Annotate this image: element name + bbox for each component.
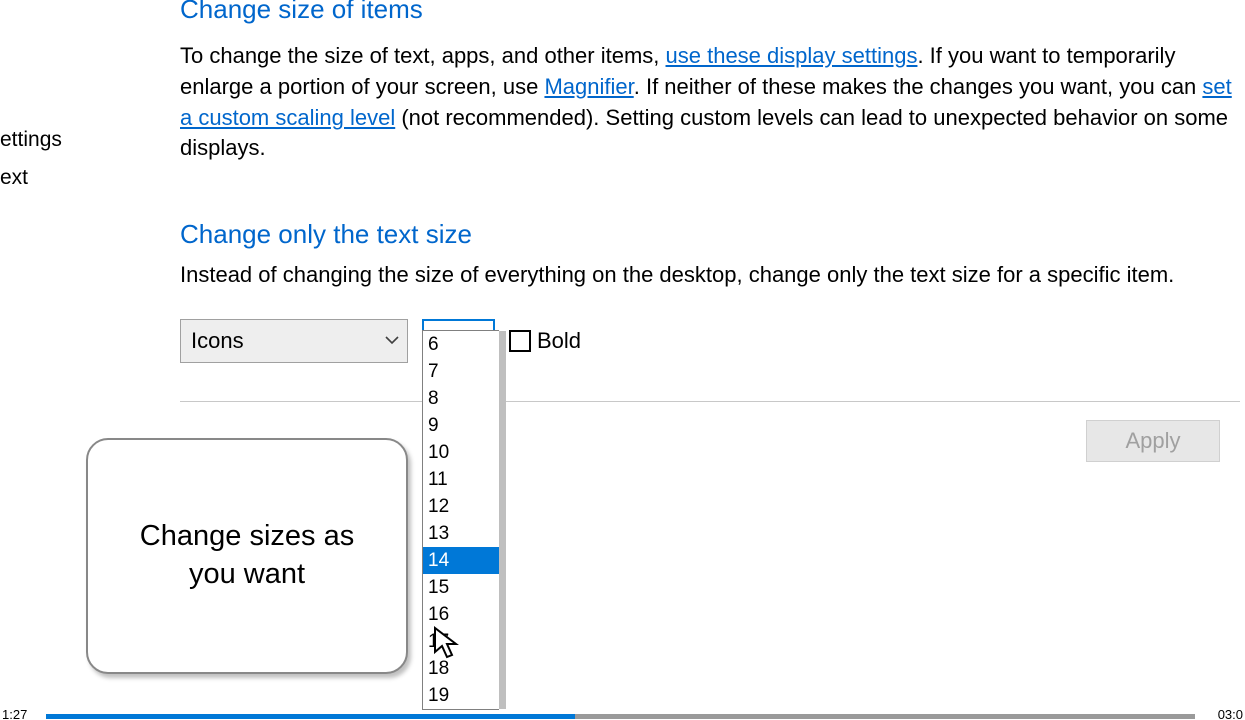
size-option[interactable]: 19 xyxy=(423,682,499,709)
heading-change-text-size: Change only the text size xyxy=(180,219,1240,250)
video-played xyxy=(46,714,575,719)
bold-label: Bold xyxy=(537,328,581,354)
text: To change the size of text, apps, and ot… xyxy=(180,43,666,68)
controls-row: Icons 20 Bold xyxy=(180,319,1240,363)
size-option[interactable]: 15 xyxy=(423,574,499,601)
apply-button[interactable]: Apply xyxy=(1086,420,1220,462)
paragraph-change-text-size: Instead of changing the size of everythi… xyxy=(180,260,1240,291)
heading-change-size-items: Change size of items xyxy=(180,0,1240,25)
item-type-value: Icons xyxy=(191,328,244,354)
video-total-time: 03:0 xyxy=(1218,707,1243,720)
link-magnifier[interactable]: Magnifier xyxy=(544,74,633,99)
video-current-time: 1:27 xyxy=(2,707,27,720)
sidebar-fragment: ettings ext xyxy=(0,128,62,204)
instruction-callout: Change sizes as you want xyxy=(86,438,408,674)
scrollbar[interactable] xyxy=(499,331,506,709)
size-option[interactable]: 7 xyxy=(423,358,499,385)
size-option[interactable]: 12 xyxy=(423,493,499,520)
size-option[interactable]: 10 xyxy=(423,439,499,466)
bold-checkbox[interactable]: Bold xyxy=(509,328,581,354)
video-progress-bar[interactable]: 1:27 03:0 xyxy=(0,711,1245,720)
size-option[interactable]: 14 xyxy=(423,547,499,574)
size-option[interactable]: 11 xyxy=(423,466,499,493)
link-display-settings[interactable]: use these display settings xyxy=(666,43,918,68)
text: . If neither of these makes the changes … xyxy=(634,74,1203,99)
callout-line: you want xyxy=(189,556,305,594)
sidebar-item-text[interactable]: ext xyxy=(0,166,62,190)
chevron-down-icon xyxy=(385,336,399,345)
item-type-combobox[interactable]: Icons xyxy=(180,319,408,363)
cursor-icon xyxy=(433,626,459,665)
divider xyxy=(180,401,1240,402)
paragraph-change-size: To change the size of text, apps, and ot… xyxy=(180,41,1240,164)
size-option[interactable]: 6 xyxy=(423,331,499,358)
checkbox-box-icon xyxy=(509,330,531,352)
sidebar-item-settings[interactable]: ettings xyxy=(0,128,62,152)
size-option[interactable]: 13 xyxy=(423,520,499,547)
callout-line: Change sizes as xyxy=(140,518,354,556)
size-option[interactable]: 9 xyxy=(423,412,499,439)
size-option[interactable]: 8 xyxy=(423,385,499,412)
size-option[interactable]: 16 xyxy=(423,601,499,628)
